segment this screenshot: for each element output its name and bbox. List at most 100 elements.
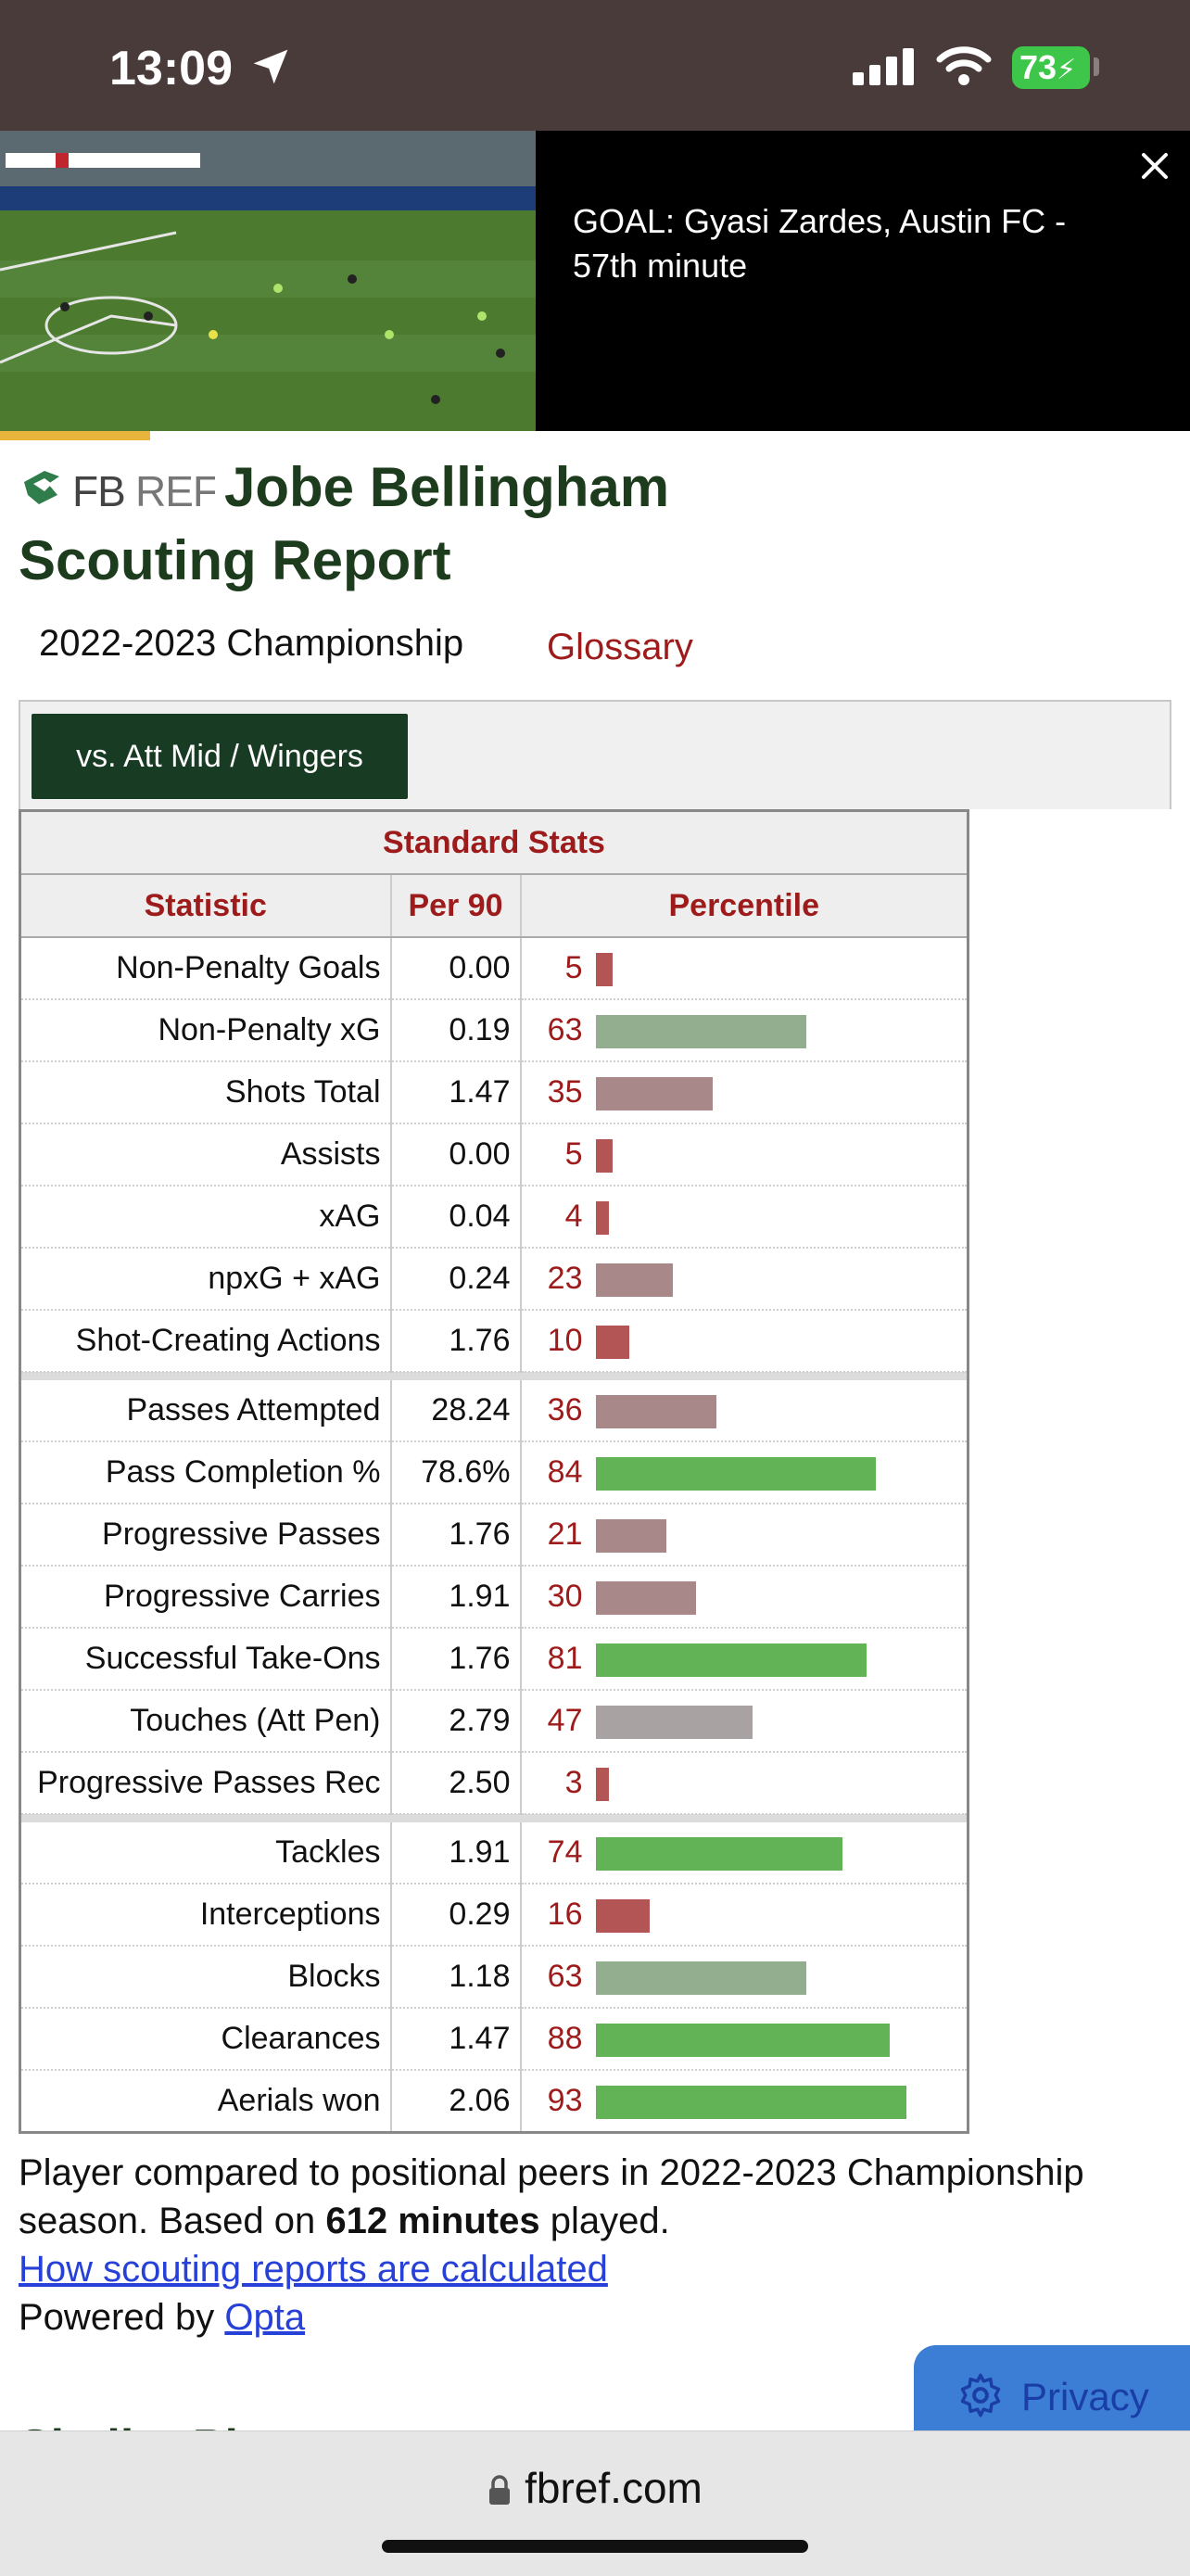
stat-name: Passes Attempted bbox=[19, 1380, 392, 1442]
percentile-cell: 3 bbox=[520, 1752, 968, 1815]
stat-name: npxG + xAG bbox=[19, 1248, 392, 1311]
per90-value: 0.04 bbox=[390, 1186, 522, 1249]
video-headline[interactable]: GOAL: Gyasi Zardes, Austin FC - 57th min… bbox=[573, 199, 1092, 288]
stat-name: xAG bbox=[19, 1186, 392, 1249]
how-calculated-link[interactable]: How scouting reports are calculated bbox=[19, 2249, 608, 2290]
table-row: Shot-Creating Actions 1.76 10 bbox=[19, 1310, 968, 1373]
stat-name: Non-Penalty xG bbox=[19, 999, 392, 1062]
stat-name: Tackles bbox=[19, 1822, 392, 1884]
percentile-value: 16 bbox=[547, 1897, 583, 1932]
percentile-bar bbox=[595, 1326, 629, 1359]
stat-name: Progressive Passes Rec bbox=[19, 1752, 392, 1815]
per90-value: 2.79 bbox=[390, 1690, 522, 1753]
percentile-cell: 35 bbox=[520, 1061, 968, 1124]
table-row: Aerials won 2.06 93 bbox=[19, 2070, 968, 2134]
percentile-cell: 21 bbox=[520, 1504, 968, 1567]
percentile-bar bbox=[595, 1961, 806, 1995]
opta-link[interactable]: Opta bbox=[224, 2297, 305, 2338]
column-header-per90: Per 90 bbox=[390, 874, 522, 938]
home-indicator[interactable] bbox=[382, 2540, 808, 2553]
percentile-bar bbox=[595, 1077, 713, 1110]
table-row: npxG + xAG 0.24 23 bbox=[19, 1248, 968, 1311]
video-banner[interactable]: GOAL: Gyasi Zardes, Austin FC - 57th min… bbox=[0, 131, 1190, 431]
percentile-value: 93 bbox=[547, 2083, 583, 2118]
percentile-cell: 36 bbox=[520, 1380, 968, 1442]
percentile-bar bbox=[595, 1457, 876, 1491]
group-separator-cell bbox=[19, 1372, 968, 1380]
percentile-cell: 84 bbox=[520, 1441, 968, 1504]
percentile-value: 35 bbox=[547, 1074, 583, 1110]
table-row: Blocks 1.18 63 bbox=[19, 1946, 968, 2009]
position-filter-button[interactable]: vs. Att Mid / Wingers bbox=[32, 714, 408, 799]
per90-value: 1.91 bbox=[390, 1822, 522, 1884]
charging-bolt-icon: ⚡ bbox=[1057, 55, 1077, 85]
table-row: xAG 0.04 4 bbox=[19, 1186, 968, 1249]
percentile-bar bbox=[595, 1395, 716, 1428]
report-footnote: Player compared to positional peers in 2… bbox=[19, 2149, 1168, 2341]
table-row: Assists 0.00 5 bbox=[19, 1123, 968, 1186]
stat-name: Shots Total bbox=[19, 1061, 392, 1124]
per90-value: 0.29 bbox=[390, 1884, 522, 1947]
per90-value: 1.76 bbox=[390, 1628, 522, 1691]
glossary-link[interactable]: Glossary bbox=[547, 627, 693, 668]
table-row: Interceptions 0.29 16 bbox=[19, 1884, 968, 1947]
percentile-bar bbox=[595, 1201, 609, 1235]
browser-address-bar[interactable]: fbref.com bbox=[0, 2430, 1190, 2576]
table-row: Pass Completion % 78.6% 84 bbox=[19, 1441, 968, 1504]
percentile-cell: 63 bbox=[520, 999, 968, 1062]
stat-name: Touches (Att Pen) bbox=[19, 1690, 392, 1753]
cellular-signal-icon bbox=[853, 48, 918, 90]
stat-name: Blocks bbox=[19, 1946, 392, 2009]
table-row: Passes Attempted 28.24 36 bbox=[19, 1380, 968, 1442]
column-header-statistic: Statistic bbox=[19, 874, 392, 938]
percentile-cell: 5 bbox=[520, 1123, 968, 1186]
page-title-line1: Jobe Bellingham bbox=[224, 456, 670, 518]
percentile-cell: 47 bbox=[520, 1690, 968, 1753]
page-title: Jobe Bellingham Scouting Report bbox=[19, 450, 853, 597]
season-label: 2022-2023 Championship bbox=[39, 623, 464, 664]
percentile-bar bbox=[595, 1768, 609, 1801]
percentile-bar bbox=[595, 1837, 842, 1871]
percentile-value: 63 bbox=[547, 1959, 583, 1994]
percentile-cell: 88 bbox=[520, 2008, 968, 2071]
table-row: Successful Take-Ons 1.76 81 bbox=[19, 1628, 968, 1691]
stat-name: Assists bbox=[19, 1123, 392, 1186]
percentile-cell: 74 bbox=[520, 1822, 968, 1884]
per90-value: 0.00 bbox=[390, 1123, 522, 1186]
percentile-value: 4 bbox=[564, 1199, 583, 1234]
percentile-bar bbox=[595, 1263, 673, 1297]
percentile-bar bbox=[595, 1139, 613, 1173]
table-row: Progressive Carries 1.91 30 bbox=[19, 1566, 968, 1629]
percentile-value: 74 bbox=[547, 1834, 583, 1870]
close-icon[interactable] bbox=[1138, 149, 1175, 186]
percentile-cell: 16 bbox=[520, 1884, 968, 1947]
percentile-cell: 63 bbox=[520, 1946, 968, 2009]
percentile-value: 21 bbox=[547, 1516, 583, 1552]
stat-name: Successful Take-Ons bbox=[19, 1628, 392, 1691]
per90-value: 1.18 bbox=[390, 1946, 522, 2009]
per90-value: 78.6% bbox=[390, 1441, 522, 1504]
percentile-cell: 4 bbox=[520, 1186, 968, 1249]
percentile-bar bbox=[595, 1581, 696, 1615]
lock-icon bbox=[487, 2467, 512, 2517]
page-title-line2: Scouting Report bbox=[19, 529, 451, 591]
stat-name: Progressive Carries bbox=[19, 1566, 392, 1629]
per90-value: 1.47 bbox=[390, 1061, 522, 1124]
stat-name: Progressive Passes bbox=[19, 1504, 392, 1567]
url-display[interactable]: fbref.com bbox=[0, 2463, 1190, 2517]
stat-name: Non-Penalty Goals bbox=[19, 937, 392, 1000]
table-row: Progressive Passes Rec 2.50 3 bbox=[19, 1752, 968, 1815]
table-row: Tackles 1.91 74 bbox=[19, 1822, 968, 1884]
video-thumbnail[interactable] bbox=[0, 131, 536, 431]
table-row: Shots Total 1.47 35 bbox=[19, 1061, 968, 1124]
percentile-value: 84 bbox=[547, 1454, 583, 1490]
percentile-value: 3 bbox=[564, 1765, 583, 1800]
percentile-value: 81 bbox=[547, 1641, 583, 1676]
footnote-text-end: played. bbox=[539, 2201, 670, 2241]
url-text[interactable]: fbref.com bbox=[525, 2464, 703, 2512]
percentile-value: 88 bbox=[547, 2021, 583, 2056]
percentile-bar bbox=[595, 953, 613, 986]
minutes-played: 612 minutes bbox=[325, 2201, 540, 2241]
table-row: Non-Penalty xG 0.19 63 bbox=[19, 999, 968, 1062]
group-separator bbox=[19, 1372, 968, 1380]
